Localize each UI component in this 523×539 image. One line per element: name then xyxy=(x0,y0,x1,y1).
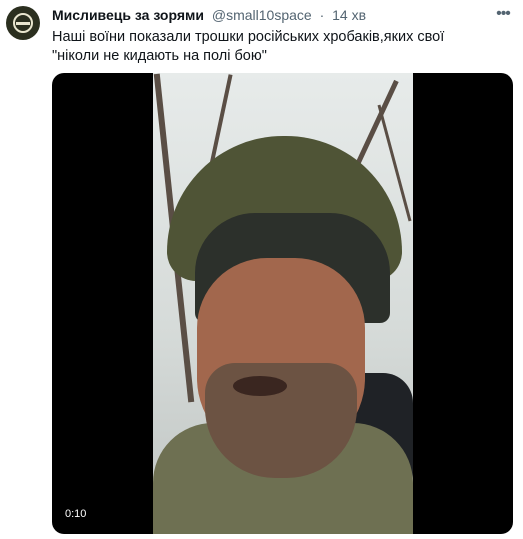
video-frame[interactable] xyxy=(153,73,413,534)
tweet-header: Мисливець за зорями @small10space · 14 х… xyxy=(52,7,493,27)
mouth xyxy=(233,376,287,396)
tweet-text: Наші воїни показали трошки російських хр… xyxy=(52,29,445,64)
tweet[interactable]: Мисливець за зорями @small10space · 14 х… xyxy=(0,0,523,539)
video-player[interactable]: 0:10 xyxy=(52,73,513,534)
header-separator: · xyxy=(319,7,325,23)
avatar[interactable] xyxy=(6,6,40,40)
user-handle[interactable]: @small10space xyxy=(212,7,312,23)
timestamp[interactable]: 14 хв xyxy=(332,7,366,23)
video-duration: 0:10 xyxy=(65,508,87,520)
display-name[interactable]: Мисливець за зорями xyxy=(52,7,204,23)
avatar-logo-bar xyxy=(16,22,30,25)
more-dots-icon[interactable]: ••• xyxy=(493,4,513,24)
